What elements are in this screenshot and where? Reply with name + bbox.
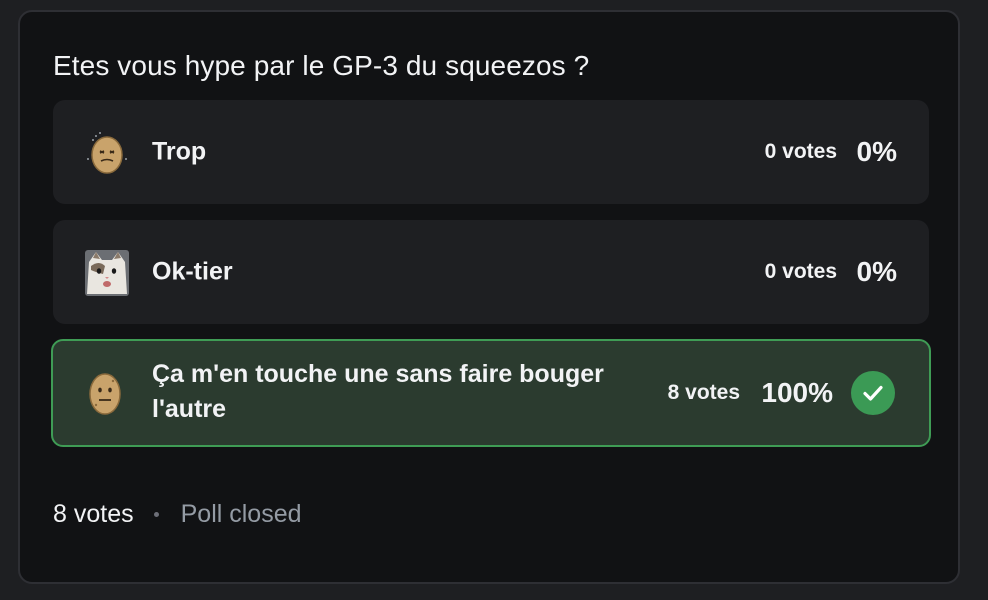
poll-footer: 8 votes Poll closed	[53, 500, 302, 529]
cat-icon	[85, 250, 129, 296]
neutral-potato-icon	[89, 373, 121, 415]
answer-label: Ça m'en touche une sans faire bouger l'a…	[152, 360, 604, 423]
answer-percent: 100%	[761, 377, 833, 408]
sweating-potato-icon	[87, 132, 127, 174]
total-votes: 8 votes	[53, 500, 134, 528]
poll-answer-trop[interactable]: Trop 0 votes 0%	[53, 100, 929, 204]
answer-percent: 0%	[856, 256, 897, 287]
poll-answer-ok-tier[interactable]: Ok-tier 0 votes 0%	[53, 220, 929, 324]
answer-vote-count: 8 votes	[667, 381, 740, 404]
separator-dot	[153, 512, 159, 517]
poll-card: Etes vous hype par le GP-3 du squeezos ?…	[18, 10, 960, 584]
poll-answer-winner[interactable]: Ça m'en touche une sans faire bouger l'a…	[51, 339, 931, 447]
answer-vote-count: 0 votes	[764, 140, 837, 163]
answer-percent: 0%	[856, 136, 897, 167]
poll-status: Poll closed	[180, 500, 302, 528]
poll-question: Etes vous hype par le GP-3 du squeezos ?	[53, 50, 590, 81]
winner-check-icon	[851, 371, 895, 415]
answer-label: Trop	[152, 137, 207, 166]
answer-label: Ok-tier	[152, 257, 233, 286]
answer-vote-count: 0 votes	[764, 260, 837, 283]
